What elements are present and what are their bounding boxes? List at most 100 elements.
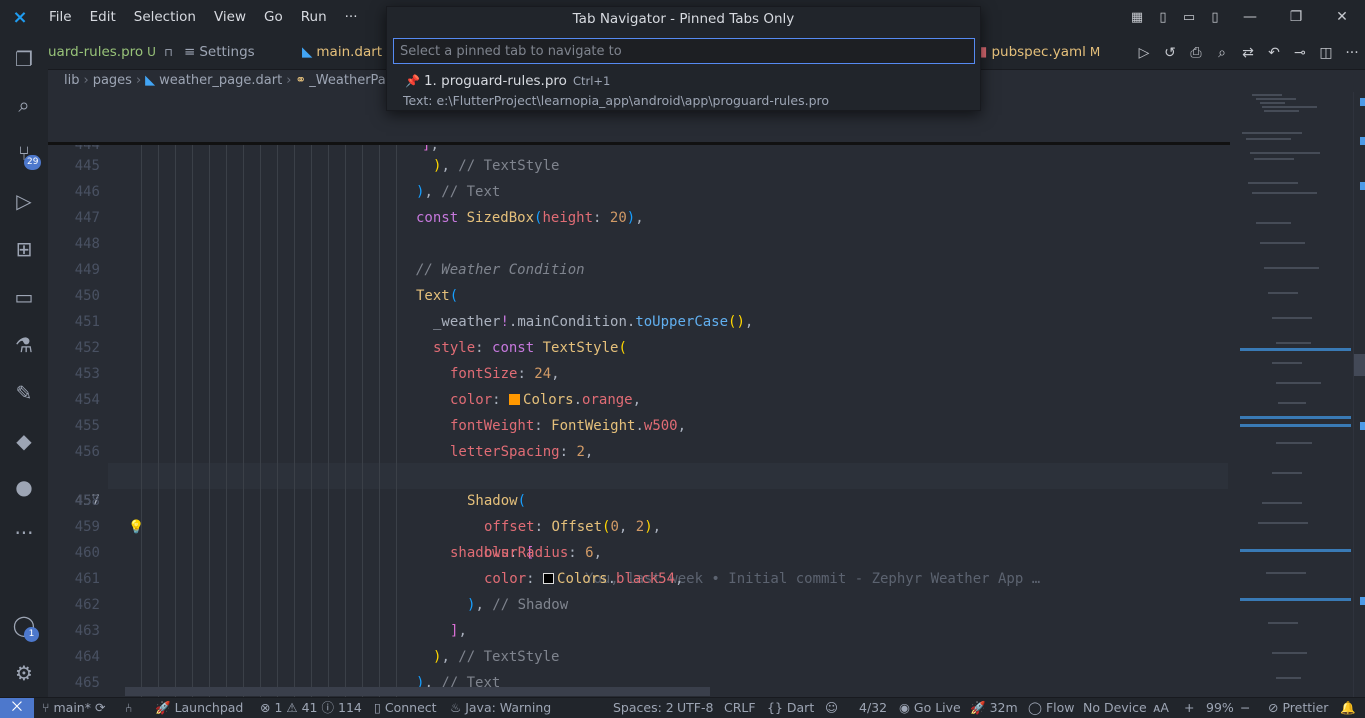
git-branch-icon: ⑂ <box>42 700 50 715</box>
font-size-status[interactable]: ᴀA <box>1153 698 1169 718</box>
timeline-icon[interactable]: ↺ <box>1157 45 1183 61</box>
branch-status[interactable]: ⑂ main* ⟳ <box>42 698 105 718</box>
remote-indicator-icon[interactable]: ⨉ <box>0 698 34 718</box>
warning-icon: ⚠ <box>286 700 298 715</box>
menu-view[interactable]: View <box>205 0 255 35</box>
search-icon[interactable]: ⌕ <box>0 85 48 125</box>
split-editor-icon[interactable]: ◫ <box>1313 45 1339 61</box>
menu-run[interactable]: Run <box>292 0 336 35</box>
breadcrumb-lib[interactable]: lib <box>64 73 79 88</box>
menu-selection[interactable]: Selection <box>125 0 205 35</box>
more-views-icon[interactable]: ··· <box>0 513 48 553</box>
zoom-status[interactable]: 99% <box>1206 698 1234 718</box>
find-icon[interactable]: ⌕ <box>1209 45 1235 61</box>
code-line: 455 fontWeight: FontWeight.w500, <box>48 414 1230 440</box>
notifications-bell-icon[interactable]: 🔔 <box>1340 698 1356 718</box>
encoding-status[interactable]: UTF-8 <box>677 698 713 718</box>
quick-pick-item[interactable]: 📌 1. proguard-rules.pro Ctrl+1 Text: e:\Fl… <box>387 69 980 110</box>
flow-status[interactable]: ◯ Flow <box>1028 698 1075 718</box>
language-status[interactable]: {} Dart <box>767 698 814 718</box>
device-status[interactable]: No Device <box>1083 698 1147 718</box>
line-number: 448 <box>74 236 100 252</box>
go-live-status[interactable]: ◉ Go Live <box>899 698 961 718</box>
zoom-in-button[interactable]: + <box>1184 698 1194 718</box>
customize-layout-icon[interactable]: ▦ <box>1124 10 1150 25</box>
line-number: 463 <box>74 623 100 639</box>
rocket-icon: 🚀 <box>970 700 986 715</box>
code-line-current: 457 💡 shadows: [ You, last week • Initia… <box>48 463 1230 587</box>
tab-pubspec-yaml[interactable]: ▮ pubspec.yaml M <box>980 35 1100 70</box>
broadcast-icon: ◉ <box>899 700 910 715</box>
breadcrumb-file[interactable]: weather_page.dart <box>159 73 282 88</box>
connect-status[interactable]: ▯ Connect <box>374 698 437 718</box>
go-back-icon[interactable]: ↶ <box>1261 45 1287 61</box>
copilot-icon[interactable]: ☺ <box>825 698 838 718</box>
braces-icon: {} <box>767 700 783 715</box>
code-line: 452 style: const TextStyle( <box>48 336 1230 362</box>
toggle-secondary-sidebar-icon[interactable]: ▯ <box>1202 10 1228 25</box>
run-icon[interactable]: ▷ <box>1131 45 1157 61</box>
restore-icon[interactable]: ❐ <box>1273 0 1319 35</box>
tab-main-dart[interactable]: ◣main.dartM <box>302 35 396 70</box>
menu-file[interactable]: File <box>40 0 81 35</box>
problems-status[interactable]: ⊗ 1 ⚠ 41 ⓘ 114 <box>260 698 362 718</box>
manage-gear-icon[interactable]: ⚙ <box>0 653 48 693</box>
timer-status[interactable]: 🚀 32m <box>970 698 1018 718</box>
compare-icon[interactable]: ⇄ <box>1235 45 1261 61</box>
toggle-primary-sidebar-icon[interactable]: ▯ <box>1150 10 1176 25</box>
print-icon[interactable]: ⎙ <box>1183 45 1209 61</box>
prettier-status[interactable]: ⊘ Prettier <box>1268 698 1328 718</box>
sticky-scroll-line[interactable]: 361 Widget _buildPortraitLayout() { <box>48 117 1228 187</box>
code-editor[interactable]: 444], 445), // TextStyle 446), // Text 4… <box>48 145 1230 697</box>
github-icon[interactable]: ● <box>0 467 48 507</box>
launchpad-status[interactable]: 🚀 Launchpad <box>155 698 243 718</box>
menu-go[interactable]: Go <box>255 0 292 35</box>
tab-label: Settings <box>199 44 255 60</box>
horizontal-scrollbar[interactable] <box>125 687 710 696</box>
line-number: 460 <box>74 545 100 561</box>
dart-file-icon: ◣ <box>145 73 156 88</box>
explorer-icon[interactable]: ❐ <box>0 39 48 79</box>
scrollbar-thumb[interactable] <box>1354 354 1365 376</box>
color-swatch-orange[interactable] <box>509 394 521 405</box>
vertical-scrollbar[interactable] <box>1353 92 1365 697</box>
indentation-status[interactable]: Spaces: 2 <box>613 698 674 718</box>
extensions-icon[interactable]: ⊞ <box>0 229 48 269</box>
source-control-icon[interactable]: ⑂ 29 <box>0 133 48 173</box>
minimize-icon[interactable]: — <box>1227 0 1273 35</box>
tab-proguard-rules[interactable]: uard-rules.pro U ⊓ <box>48 35 173 70</box>
zoom-out-button[interactable]: − <box>1240 698 1250 718</box>
toggle-panel-icon[interactable]: ▭ <box>1176 10 1202 25</box>
eol-status[interactable]: CRLF <box>724 698 756 718</box>
color-swatch-black54[interactable] <box>543 573 555 584</box>
tab-settings[interactable]: ≡ Settings <box>184 35 255 70</box>
menu-more[interactable]: ··· <box>336 0 367 35</box>
activity-bar: ❐ ⌕ ⑂ 29 ▷ ⊞ ▭ ⚗ ✎ ◆ ● ··· ◯ 1 ⚙ <box>0 35 48 697</box>
chevron-right-icon: › <box>83 73 89 88</box>
code-line: 456 letterSpacing: 2, <box>48 440 1230 466</box>
code-line: 445), // TextStyle <box>48 154 1230 180</box>
menu-edit[interactable]: Edit <box>81 0 125 35</box>
pin-icon[interactable]: ⊓ <box>164 46 173 59</box>
testing-icon[interactable]: ⚗ <box>0 325 48 365</box>
editor-actions: ▷ ↺ ⎙ ⌕ ⇄ ↶ ⊸ ◫ ··· <box>1131 35 1365 70</box>
run-debug-icon[interactable]: ▷ <box>0 181 48 221</box>
python-icon[interactable]: ◆ <box>0 421 48 461</box>
chevron-right-icon: › <box>286 73 292 88</box>
commit-icon[interactable]: ⊸ <box>1287 45 1313 61</box>
quick-pick-input[interactable] <box>393 38 975 64</box>
status-bar: ⨉ ⑂ main* ⟳ ⑃ 🚀 Launchpad ⊗ 1 ⚠ 41 ⓘ 114… <box>0 697 1365 718</box>
source-control-graph-icon[interactable]: ⑃ <box>125 698 133 718</box>
more-actions-icon[interactable]: ··· <box>1339 45 1365 61</box>
check-all-icon: ⊘ <box>1268 700 1279 715</box>
minimap[interactable] <box>1232 92 1353 697</box>
selection-count-status[interactable]: 4/32 <box>859 698 887 718</box>
accounts-icon[interactable]: ◯ 1 <box>0 605 48 645</box>
java-status[interactable]: ♨ Java: Warning <box>450 698 551 718</box>
breadcrumb-pages[interactable]: pages <box>93 73 132 88</box>
close-icon[interactable]: ✕ <box>1319 0 1365 35</box>
line-number: 458 <box>74 493 100 509</box>
settings-icon: ≡ <box>184 44 196 60</box>
remote-explorer-icon[interactable]: ▭ <box>0 277 48 317</box>
brush-icon[interactable]: ✎ <box>0 373 48 413</box>
